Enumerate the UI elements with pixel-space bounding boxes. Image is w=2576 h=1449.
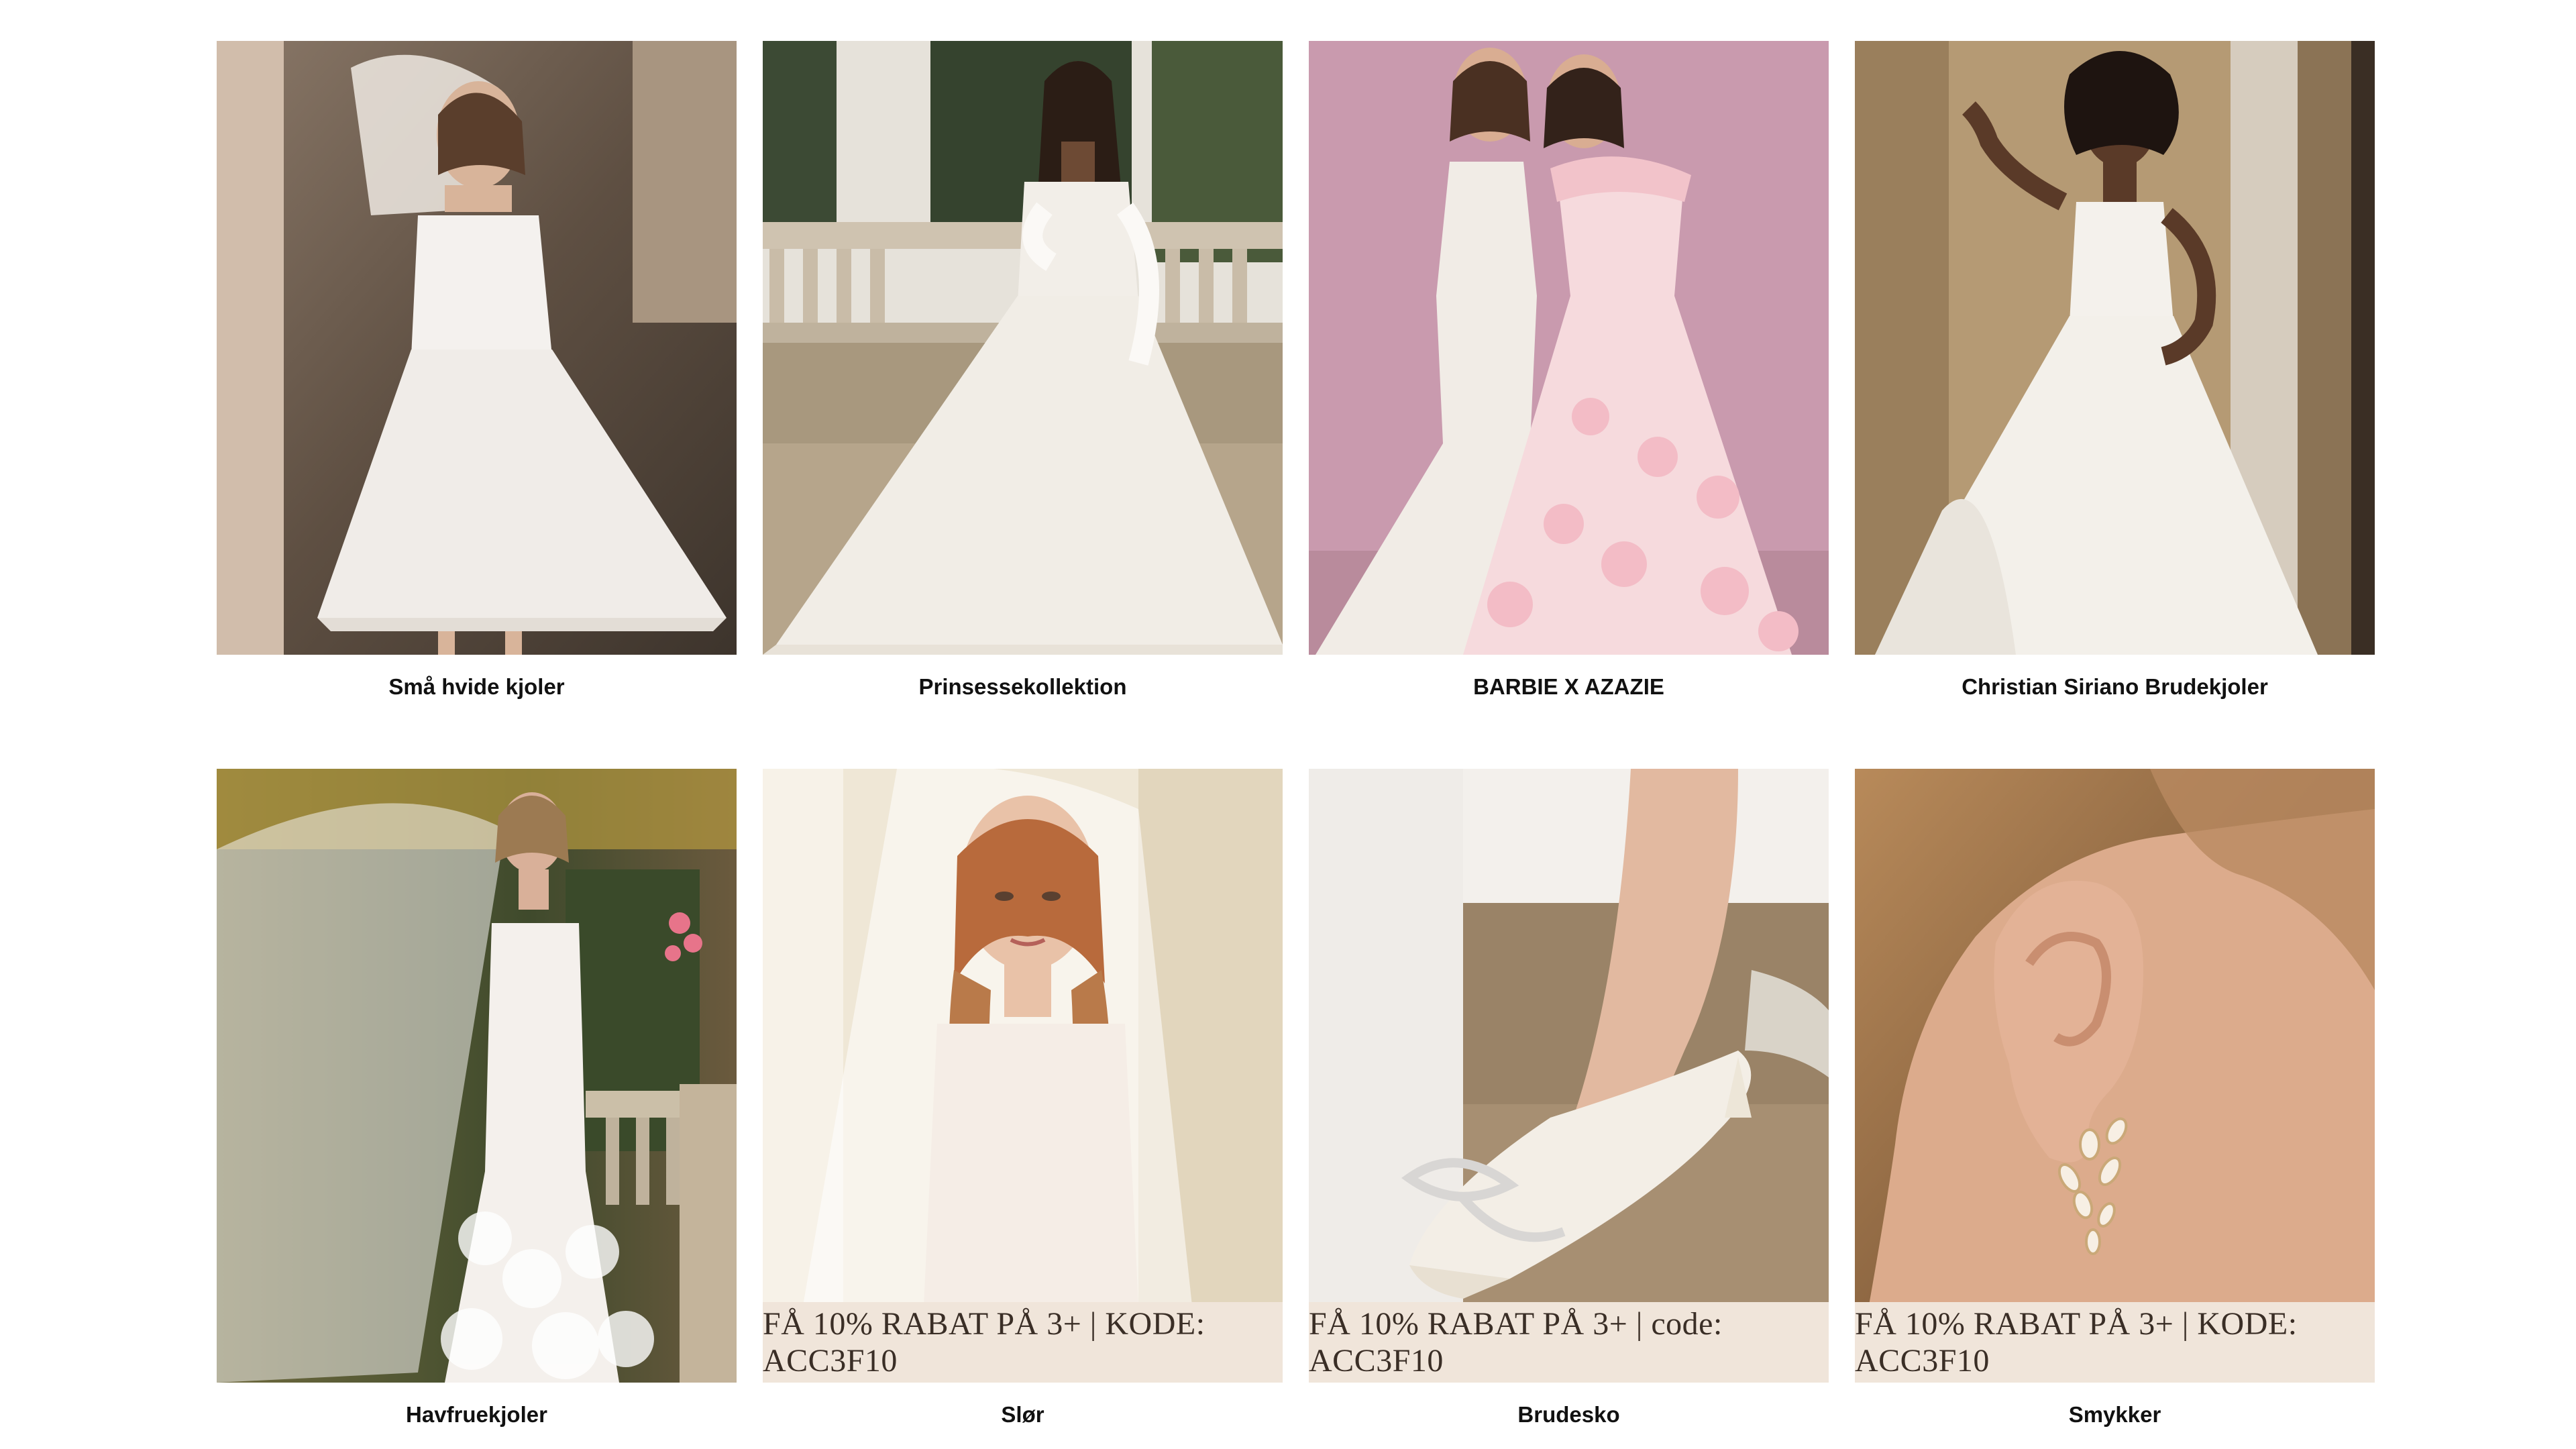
veil-photo[interactable]: FÅ 10% RABAT PÅ 3+ | KODE: ACC3F10 (763, 769, 1283, 1383)
category-card-barbie-x-azazie[interactable]: BARBIE X AZAZIE (1309, 41, 1829, 719)
promo-banner: FÅ 10% RABAT PÅ 3+ | KODE: ACC3F10 (1855, 1302, 2375, 1383)
bridal-shoe-photo[interactable]: FÅ 10% RABAT PÅ 3+ | code: ACC3F10 (1309, 769, 1829, 1383)
category-label: Brudesko (1517, 1402, 1620, 1427)
short-white-dress-photo[interactable] (217, 41, 737, 655)
category-label: Små hvide kjoler (388, 674, 565, 699)
category-label: Smykker (2068, 1402, 2161, 1427)
category-card-princess-collection[interactable]: Prinsessekollektion (763, 41, 1283, 719)
category-label: Prinsessekollektion (918, 674, 1127, 699)
category-label: Slør (1001, 1402, 1044, 1427)
category-label: BARBIE X AZAZIE (1473, 674, 1664, 699)
category-label: Havfruekjoler (406, 1402, 547, 1427)
mermaid-dress-photo[interactable] (217, 769, 737, 1383)
category-card-small-white-dresses[interactable]: Små hvide kjoler (217, 41, 737, 719)
princess-gown-photo[interactable] (763, 41, 1283, 655)
category-card-christian-siriano[interactable]: Christian Siriano Brudekjoler (1855, 41, 2375, 719)
category-card-mermaid-dresses[interactable]: Havfruekjoler (217, 769, 737, 1447)
barbie-gowns-photo[interactable] (1309, 41, 1829, 655)
ballgown-photo[interactable] (1855, 41, 2375, 655)
category-card-bridal-shoes[interactable]: FÅ 10% RABAT PÅ 3+ | code: ACC3F10 Brude… (1309, 769, 1829, 1447)
category-card-jewelry[interactable]: FÅ 10% RABAT PÅ 3+ | KODE: ACC3F10 Smykk… (1855, 769, 2375, 1447)
category-grid: Små hvide kjoler Prinsessekollektion BAR… (217, 41, 2375, 1447)
promo-banner: FÅ 10% RABAT PÅ 3+ | code: ACC3F10 (1309, 1302, 1829, 1383)
category-card-veils[interactable]: FÅ 10% RABAT PÅ 3+ | KODE: ACC3F10 Slør (763, 769, 1283, 1447)
category-label: Christian Siriano Brudekjoler (1962, 674, 2268, 699)
earring-photo[interactable]: FÅ 10% RABAT PÅ 3+ | KODE: ACC3F10 (1855, 769, 2375, 1383)
promo-banner: FÅ 10% RABAT PÅ 3+ | KODE: ACC3F10 (763, 1302, 1283, 1383)
